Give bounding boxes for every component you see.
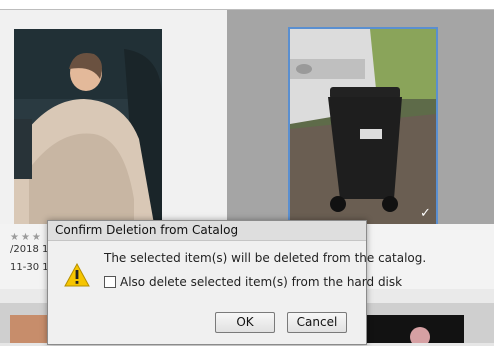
warning-triangle-icon	[64, 262, 90, 287]
rating-stars[interactable]: ★★★	[10, 232, 43, 243]
thumbnail-bottom-right[interactable]	[364, 315, 464, 346]
top-toolbar-strip	[0, 0, 494, 10]
dialog-title[interactable]: Confirm Deletion from Catalog	[48, 221, 366, 241]
selected-checkmark-icon: ✓	[420, 206, 431, 221]
dialog-message: The selected item(s) will be deleted fro…	[104, 251, 427, 265]
cancel-button[interactable]: Cancel	[287, 312, 347, 333]
delete-from-disk-label: Also delete selected item(s) from the ha…	[120, 275, 403, 289]
delete-from-disk-checkbox[interactable]	[104, 276, 116, 288]
thumbnail-trash-bin-truck[interactable]: ✓	[288, 27, 438, 226]
confirm-deletion-dialog: Confirm Deletion from Catalog The select…	[47, 220, 426, 345]
delete-from-disk-option[interactable]: Also delete selected item(s) from the ha…	[104, 275, 402, 289]
thumbnail-child-on-couch[interactable]	[14, 29, 162, 224]
ok-button[interactable]: OK	[215, 312, 275, 333]
